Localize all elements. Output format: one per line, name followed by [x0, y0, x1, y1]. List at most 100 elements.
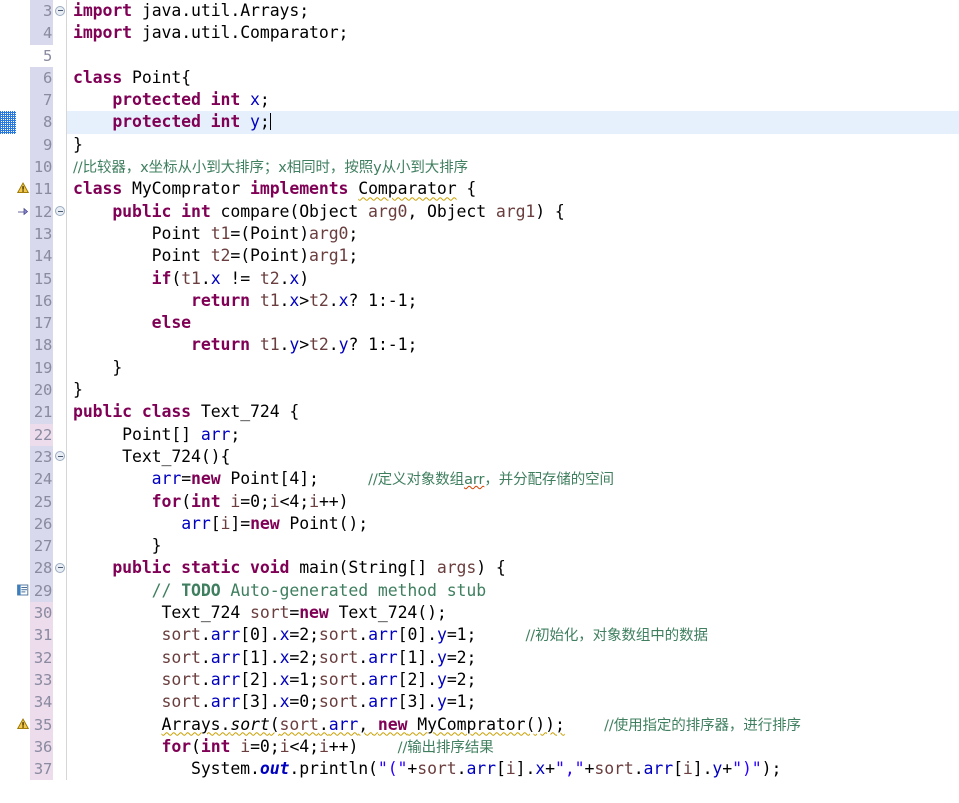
marker-column[interactable] — [16, 133, 30, 157]
marker-column[interactable] — [16, 111, 30, 134]
fold-column[interactable] — [53, 289, 66, 313]
marker-column[interactable] — [16, 289, 30, 313]
code-text[interactable]: for(int i=0;i<4;i++) — [67, 491, 959, 513]
code-line[interactable]: 27 } — [0, 535, 959, 558]
marker-column[interactable] — [16, 602, 30, 625]
code-line[interactable]: 10 //比较器，x坐标从小到大排序；x相同时，按照y从小到大排序 — [0, 156, 959, 179]
fold-column[interactable] — [53, 579, 66, 603]
fold-column[interactable] — [53, 334, 66, 357]
marker-column[interactable] — [16, 557, 30, 580]
code-text[interactable]: import java.util.Comparator; — [67, 22, 959, 44]
marker-column[interactable] — [16, 22, 30, 45]
marker-column[interactable] — [16, 267, 30, 290]
code-line[interactable]: 19 } — [0, 356, 959, 380]
fold-column[interactable] — [53, 89, 66, 112]
marker-column[interactable] — [16, 401, 30, 424]
code-text[interactable]: } — [67, 134, 959, 156]
code-line[interactable]: 22 Point[] arr; — [0, 423, 959, 446]
marker-column[interactable] — [16, 735, 30, 759]
code-line[interactable]: 32 sort.arr[1].x=2;sort.arr[1].y=2; — [0, 646, 959, 669]
code-line[interactable]: 37 System.out.println("("+sort.arr[i].x+… — [0, 758, 959, 781]
marker-column[interactable] — [16, 44, 30, 67]
fold-column[interactable] — [53, 624, 66, 647]
code-text[interactable]: Point t1=(Point)arg0; — [67, 223, 959, 245]
code-text[interactable]: if(t1.x != t2.x) — [67, 268, 959, 290]
fold-column[interactable] — [53, 535, 66, 558]
fold-column[interactable] — [53, 691, 66, 714]
code-text[interactable]: for(int i=0;i<4;i++) //输出排序结果 — [67, 736, 959, 758]
code-text[interactable] — [67, 45, 959, 67]
marker-column[interactable] — [16, 535, 30, 558]
marker-column[interactable] — [16, 89, 30, 112]
marker-column[interactable] — [16, 646, 30, 669]
fold-column[interactable] — [53, 512, 66, 536]
code-text[interactable]: //比较器，x坐标从小到大排序；x相同时，按照y从小到大排序 — [67, 156, 959, 178]
code-text[interactable]: Point t2=(Point)arg1; — [67, 245, 959, 267]
code-line[interactable]: 6 class Point{ — [0, 66, 959, 90]
fold-column[interactable] — [53, 22, 66, 45]
code-line[interactable]: 26 arr[i]=new Point(); — [0, 512, 959, 536]
code-text[interactable]: System.out.println("("+sort.arr[i].x+","… — [67, 758, 959, 780]
code-line[interactable]: 16 return t1.x>t2.x? 1:-1; — [0, 289, 959, 313]
fold-column[interactable] — [53, 668, 66, 692]
fold-column[interactable] — [53, 312, 66, 335]
fold-column[interactable] — [53, 156, 66, 179]
fold-column[interactable] — [53, 222, 66, 246]
fold-column[interactable] — [53, 713, 66, 736]
fold-column[interactable] — [53, 758, 66, 781]
collapse-fold-marker[interactable] — [53, 557, 66, 580]
fold-column[interactable] — [53, 646, 66, 669]
fold-column[interactable] — [53, 178, 66, 201]
code-text[interactable]: class MyComprator implements Comparator … — [67, 178, 959, 200]
code-text[interactable]: else — [67, 312, 959, 334]
warning-marker[interactable] — [16, 178, 30, 201]
code-line[interactable]: 25 for(int i=0;i<4;i++) — [0, 490, 959, 513]
code-line[interactable]: 11 class MyComprator implements Comparat… — [0, 178, 959, 201]
marker-column[interactable] — [16, 379, 30, 402]
marker-column[interactable] — [16, 512, 30, 536]
fold-column[interactable] — [53, 44, 66, 67]
fold-column[interactable] — [53, 468, 66, 491]
code-line[interactable]: 9 } — [0, 133, 959, 157]
code-text[interactable]: sort.arr[2].x=1;sort.arr[2].y=2; — [67, 669, 959, 691]
code-text[interactable]: arr[i]=new Point(); — [67, 513, 959, 535]
todo-task-marker[interactable] — [16, 579, 30, 603]
code-text[interactable]: return t1.y>t2.y? 1:-1; — [67, 334, 959, 356]
code-line[interactable]: 12 public int compare(Object arg0, Objec… — [0, 200, 959, 223]
fold-column[interactable] — [53, 66, 66, 90]
code-line[interactable]: 23 Text_724(){ — [0, 445, 959, 469]
code-line[interactable]: 24 arr=new Point[4]; //定义对象数组arr，并分配存储的空… — [0, 468, 959, 491]
override-method-marker[interactable] — [16, 200, 30, 223]
marker-column[interactable] — [16, 222, 30, 246]
code-text[interactable]: Text_724 sort=new Text_724(); — [67, 602, 959, 624]
code-text[interactable]: sort.arr[3].x=0;sort.arr[3].y=1; — [67, 691, 959, 713]
code-line[interactable]: 14 Point t2=(Point)arg1; — [0, 245, 959, 268]
fold-column[interactable] — [53, 356, 66, 380]
code-line[interactable]: 15 if(t1.x != t2.x) — [0, 267, 959, 290]
code-line[interactable]: 30 Text_724 sort=new Text_724(); — [0, 602, 959, 625]
marker-column[interactable] — [16, 624, 30, 647]
marker-column[interactable] — [16, 691, 30, 714]
code-line[interactable]: 7 protected int x; — [0, 89, 959, 112]
fold-column[interactable] — [53, 401, 66, 424]
code-line[interactable]: 28 public static void main(String[] args… — [0, 557, 959, 580]
code-text[interactable]: return t1.x>t2.x? 1:-1; — [67, 290, 959, 312]
code-line[interactable]: 21 public class Text_724 { — [0, 401, 959, 424]
code-text[interactable]: arr=new Point[4]; //定义对象数组arr，并分配存储的空间 — [67, 468, 959, 490]
code-text[interactable]: public static void main(String[] args) { — [67, 557, 959, 579]
fold-column[interactable] — [53, 111, 66, 134]
collapse-fold-marker[interactable] — [53, 0, 66, 23]
code-line[interactable]: 35 Arrays.sort(sort.arr, new MyComprator… — [0, 713, 959, 736]
code-text[interactable]: protected int x; — [67, 89, 959, 111]
current-code-line[interactable]: 8 protected int y; — [0, 111, 959, 134]
code-text[interactable]: } — [67, 379, 959, 401]
collapse-fold-marker[interactable] — [53, 200, 66, 223]
code-line[interactable]: 18 return t1.y>t2.y? 1:-1; — [0, 334, 959, 357]
code-line[interactable]: 5 — [0, 44, 959, 67]
fold-column[interactable] — [53, 602, 66, 625]
code-text[interactable]: import java.util.Arrays; — [67, 0, 959, 22]
code-line[interactable]: 20 } — [0, 379, 959, 402]
code-text[interactable]: } — [67, 535, 959, 557]
marker-column[interactable] — [16, 490, 30, 513]
fold-column[interactable] — [53, 735, 66, 759]
